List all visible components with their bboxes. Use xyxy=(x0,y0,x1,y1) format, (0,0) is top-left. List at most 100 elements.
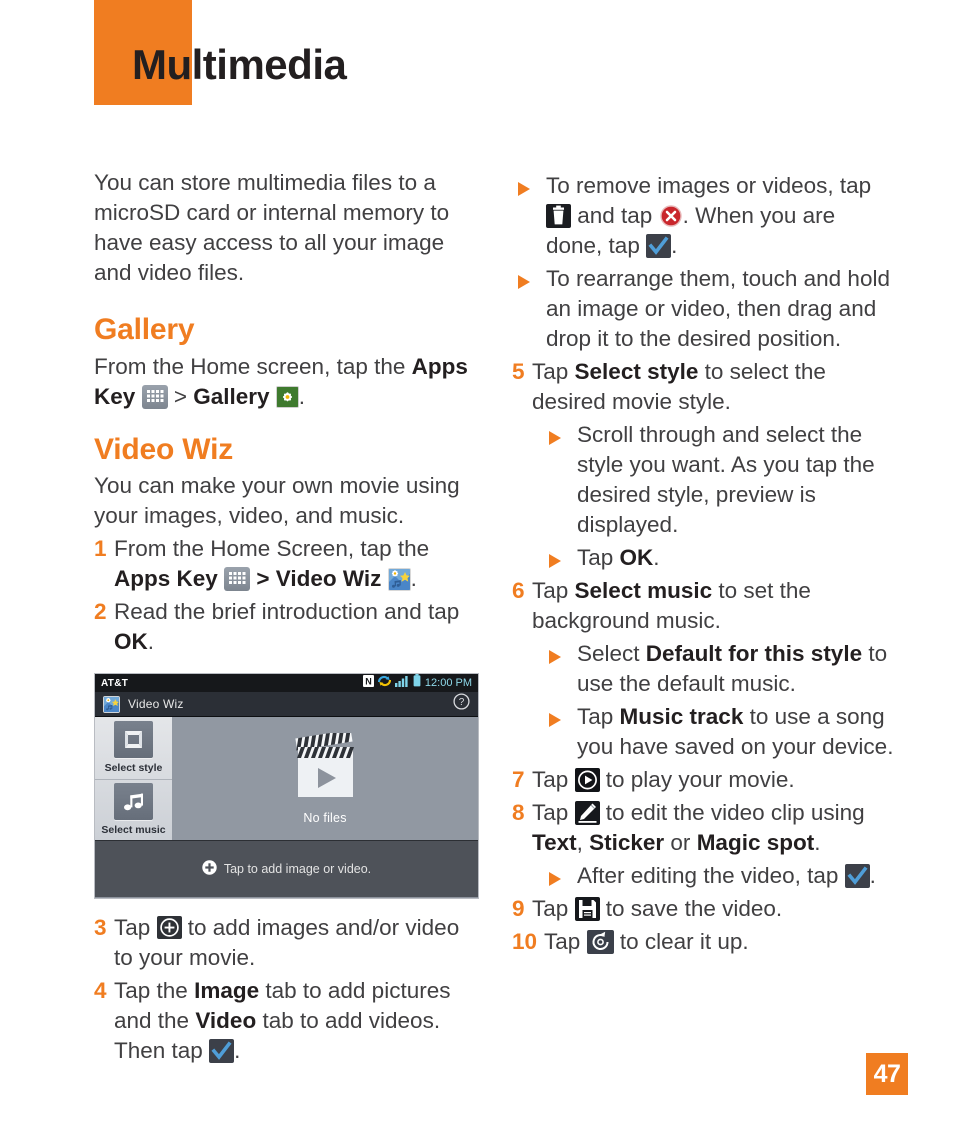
delete-x-icon xyxy=(659,204,683,228)
bullet-1-text-2: and tap xyxy=(571,203,659,228)
gallery-instruction-part1: From the Home screen, tap the xyxy=(94,353,412,379)
step-6: 6 Tap Select music to set the background… xyxy=(512,576,897,636)
step-8-period: . xyxy=(814,830,821,855)
step-10: 10 Tap to clear it up. xyxy=(512,927,897,957)
phone-body: Select style Select music No files xyxy=(95,717,478,840)
plus-circle-icon xyxy=(156,916,182,939)
help-circle-icon[interactable]: ? xyxy=(453,693,470,715)
bullet-ok-bold: OK xyxy=(619,545,654,570)
bullet-scroll-styles-body: Scroll through and select the style you … xyxy=(577,422,875,537)
select-style-button[interactable]: Select style xyxy=(95,717,172,779)
gallery-heading: Gallery xyxy=(94,313,195,346)
step-8-sticker-bold: Sticker xyxy=(589,830,665,855)
step-1-number: 1 xyxy=(94,536,107,561)
bullet-default-style-body: Select Default for this style to use the… xyxy=(577,639,897,699)
phone-side-panel: Select style Select music xyxy=(95,717,172,840)
carrier-label: AT&T xyxy=(101,677,129,689)
step-1: 1 From the Home Screen, tap the Apps Key… xyxy=(94,534,479,594)
apps-key-icon xyxy=(141,384,168,409)
step-9-text-2: to save the video. xyxy=(599,896,783,921)
step-5-body: Tap Select style to select the desired m… xyxy=(532,357,897,417)
select-style-label: Select style xyxy=(104,762,163,775)
step-7-body: Tap to play your movie. xyxy=(532,765,897,795)
step-6-text-1: Tap xyxy=(532,578,575,603)
step-4-body: Tap the Image tab to add pictures and th… xyxy=(114,976,479,1066)
step-8-text-1: Tap xyxy=(532,800,575,825)
page-title: Multimedia xyxy=(132,41,347,88)
step-4: 4 Tap the Image tab to add pictures and … xyxy=(94,976,479,1066)
video-wiz-app-icon xyxy=(387,568,411,591)
step-6-select-music-bold: Select music xyxy=(574,578,713,603)
bullet-after-editing: After editing the video, tap . xyxy=(512,861,897,891)
trash-icon xyxy=(546,204,571,228)
svg-text:N: N xyxy=(365,677,372,687)
step-4-number: 4 xyxy=(94,978,107,1003)
step-8-body: Tap to edit the video clip using Text, S… xyxy=(532,798,897,858)
step-2-text-1: Read the brief introduction and tap xyxy=(114,599,460,624)
plus-circle-icon xyxy=(202,860,217,878)
video-wiz-app-icon xyxy=(103,695,120,713)
bullet-scroll-styles: Scroll through and select the style you … xyxy=(512,420,897,540)
no-files-label: No files xyxy=(303,810,347,825)
bullet-remove-media-body: To remove images or videos, tap and tap … xyxy=(546,171,897,261)
step-4-text-1: Tap the xyxy=(114,978,195,1003)
right-column: To remove images or videos, tap and tap … xyxy=(512,168,897,957)
step-1-period: . xyxy=(410,566,417,591)
music-note-icon xyxy=(114,783,153,821)
gallery-app-icon xyxy=(275,385,299,408)
bullet-ok-period: . xyxy=(653,545,660,570)
bullet-after-editing-body: After editing the video, tap . xyxy=(577,861,897,891)
step-4-image-bold: Image xyxy=(194,978,260,1003)
step-5: 5 Tap Select style to select the desired… xyxy=(512,357,897,417)
step-3-number: 3 xyxy=(94,915,107,940)
checkmark-icon xyxy=(209,1039,235,1063)
step-7-text-2: to play your movie. xyxy=(599,767,795,792)
add-image-or-video-button[interactable]: Tap to add image or video. xyxy=(95,840,478,897)
step-8-or: or xyxy=(664,830,697,855)
step-7-number: 7 xyxy=(512,767,525,792)
step-8-comma: , xyxy=(576,830,590,855)
clapperboard-play-icon xyxy=(287,729,364,806)
bullet-default-style: Select Default for this style to use the… xyxy=(512,639,897,699)
battery-icon xyxy=(413,674,421,692)
gallery-bold: Gallery xyxy=(193,383,270,409)
step-10-text-1: Tap xyxy=(544,929,587,954)
bullet-tap-ok: Tap OK. xyxy=(512,543,897,573)
bullet-ok-text-1: Tap xyxy=(577,545,620,570)
bullet-default-text-1: Select xyxy=(577,641,646,666)
step-9-number: 9 xyxy=(512,896,525,921)
step-5-number: 5 xyxy=(512,359,525,384)
checkmark-icon xyxy=(646,234,672,258)
triangle-bullet-icon xyxy=(543,543,577,573)
step-2-ok: OK xyxy=(114,629,148,654)
step-6-number: 6 xyxy=(512,578,525,603)
videowiz-intro: You can make your own movie using your i… xyxy=(94,473,460,528)
step-5-text-1: Tap xyxy=(532,359,575,384)
phone-main-area: No files xyxy=(172,717,478,840)
bullet-music-track-body: Tap Music track to use a song you have s… xyxy=(577,702,897,762)
save-floppy-icon xyxy=(574,897,600,921)
bullet-1-period: . xyxy=(671,233,678,258)
status-icons-group: N 12:00 PM xyxy=(362,674,472,692)
bullet-tap-ok-body: Tap OK. xyxy=(577,543,897,573)
signal-bars-icon xyxy=(394,674,409,692)
step-3-body: Tap to add images and/or video to your m… xyxy=(114,913,479,973)
step-2: 2 Read the brief introduction and tap OK… xyxy=(94,597,479,657)
step-8-number: 8 xyxy=(512,800,525,825)
select-music-button[interactable]: Select music xyxy=(95,778,172,841)
step-6-body: Tap Select music to set the background m… xyxy=(532,576,897,636)
step-2-period: . xyxy=(147,629,155,654)
step-1-apps-key: Apps Key xyxy=(114,566,218,591)
step-3: 3 Tap to add images and/or video to your… xyxy=(94,913,479,973)
status-clock: 12:00 PM xyxy=(424,677,472,689)
bullet-after-text-1: After editing the video, tap xyxy=(577,863,845,888)
step-4-video-bold: Video xyxy=(195,1008,257,1033)
videowiz-heading: Video Wiz xyxy=(94,432,234,466)
phone-status-bar: AT&T N 12:00 PM xyxy=(95,674,478,692)
step-8-magicspot-bold: Magic spot xyxy=(696,830,815,855)
triangle-bullet-icon xyxy=(543,861,577,891)
gallery-gt: > xyxy=(173,383,187,409)
page-number-badge: 47 xyxy=(866,1053,908,1095)
step-10-text-2: to clear it up. xyxy=(613,929,749,954)
step-8: 8 Tap to edit the video clip using Text,… xyxy=(512,798,897,858)
